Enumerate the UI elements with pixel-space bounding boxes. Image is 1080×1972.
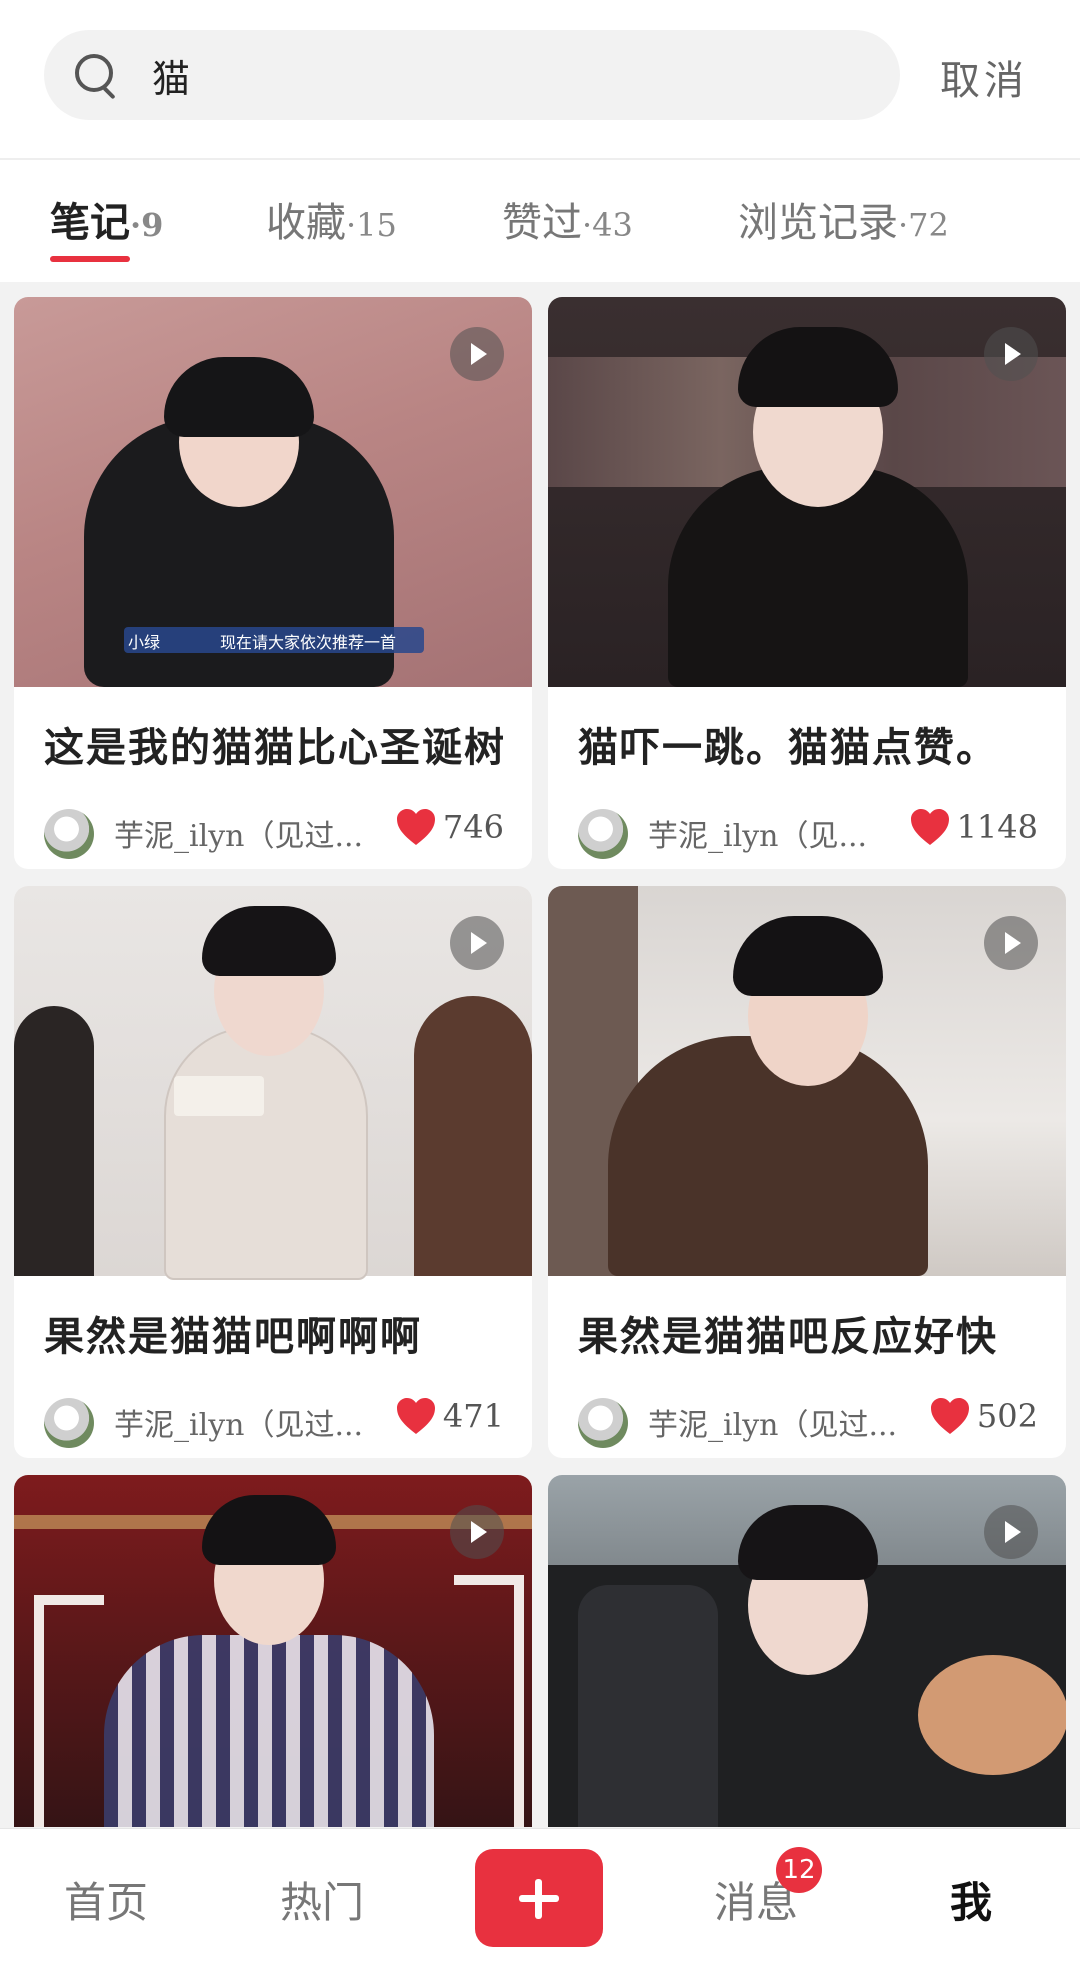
play-icon [984,916,1038,970]
play-icon [450,1505,504,1559]
cancel-button[interactable]: 取消 [940,48,1028,106]
active-tab-indicator [50,256,130,262]
tab-bar: 笔记·9 收藏·15 赞过·43 浏览记录·72 [0,160,1080,282]
author-avatar[interactable] [578,1398,628,1448]
like-button[interactable]: 1148 [909,807,1038,847]
heart-icon [929,1396,971,1436]
tab-history[interactable]: 浏览记录·72 [738,190,949,248]
notes-grid: 小绿 现在请大家依次推荐一首 这是我的猫猫比心圣诞树 芋泥_ilyn（见过...… [0,282,1080,1827]
tab-label: 赞过 [502,200,582,246]
note-thumbnail[interactable] [548,886,1066,1276]
note-card[interactable]: 果然是猫猫吧反应好快 芋泥_ilyn（见过... 502 [548,886,1066,1458]
play-icon [450,327,504,381]
tab-label: 笔记 [50,199,130,246]
heart-icon [395,1396,437,1436]
note-title: 果然是猫猫吧啊啊啊 [44,1313,422,1360]
note-card[interactable] [14,1475,532,1827]
tab-liked[interactable]: 赞过·43 [502,190,633,248]
like-count: 746 [442,808,504,846]
bottom-nav: 首页 热门 消息 12 我 [0,1828,1080,1972]
play-icon [450,916,504,970]
tab-notes[interactable]: 笔记·9 [50,190,163,248]
video-caption: 现在请大家依次推荐一首 [220,633,397,652]
add-note-button[interactable] [475,1849,603,1947]
tab-label: 浏览记录 [738,200,898,246]
note-title: 猫吓一跳。猫猫点赞。 [578,724,998,771]
heart-icon [909,807,951,847]
play-icon [984,1505,1038,1559]
like-count: 1148 [956,808,1038,846]
author-avatar[interactable] [44,809,94,859]
tab-count: ·43 [582,206,633,244]
note-thumbnail[interactable] [14,886,532,1280]
note-title: 果然是猫猫吧反应好快 [578,1313,998,1360]
heart-icon [395,807,437,847]
like-button[interactable]: 471 [395,1396,504,1436]
like-count: 471 [442,1397,504,1435]
tab-favorites[interactable]: 收藏·15 [266,190,397,248]
note-thumbnail[interactable] [14,1475,532,1827]
tab-count: ·15 [346,206,397,244]
play-icon [984,327,1038,381]
note-thumbnail[interactable] [548,1475,1066,1827]
note-card[interactable]: 果然是猫猫吧啊啊啊 芋泥_ilyn（见过... 471 [14,886,532,1458]
like-button[interactable]: 746 [395,807,504,847]
video-caption-tag: 小绿 [128,633,161,652]
author-name[interactable]: 芋泥_ilyn（见过... [114,811,363,855]
search-icon [72,51,120,100]
nav-home[interactable]: 首页 [64,1869,148,1930]
author-name[interactable]: 芋泥_ilyn（见过... [114,1400,363,1444]
tab-label: 收藏 [266,200,346,246]
nav-me[interactable]: 我 [950,1869,992,1930]
author-avatar[interactable] [44,1398,94,1448]
author-avatar[interactable] [578,809,628,859]
author-name[interactable]: 芋泥_ilyn（见过... [648,1400,897,1444]
author-name[interactable]: 芋泥_ilyn（见... [648,811,867,855]
note-thumbnail[interactable] [548,297,1066,687]
messages-badge: 12 [776,1847,822,1893]
note-card[interactable] [548,1475,1066,1827]
note-thumbnail[interactable]: 小绿 现在请大家依次推荐一首 [14,297,532,687]
tab-count: ·9 [130,206,164,244]
note-card[interactable]: 猫吓一跳。猫猫点赞。 芋泥_ilyn（见... 1148 [548,297,1066,869]
top-bar: 猫 取消 [0,0,1080,158]
like-count: 502 [976,1397,1038,1435]
tab-count: ·72 [898,206,949,244]
like-button[interactable]: 502 [929,1396,1038,1436]
note-card[interactable]: 小绿 现在请大家依次推荐一首 这是我的猫猫比心圣诞树 芋泥_ilyn（见过...… [14,297,532,869]
search-query-text: 猫 [152,56,191,101]
note-title: 这是我的猫猫比心圣诞树 [44,724,506,771]
search-input[interactable]: 猫 [44,30,900,120]
nav-hot[interactable]: 热门 [280,1869,364,1930]
